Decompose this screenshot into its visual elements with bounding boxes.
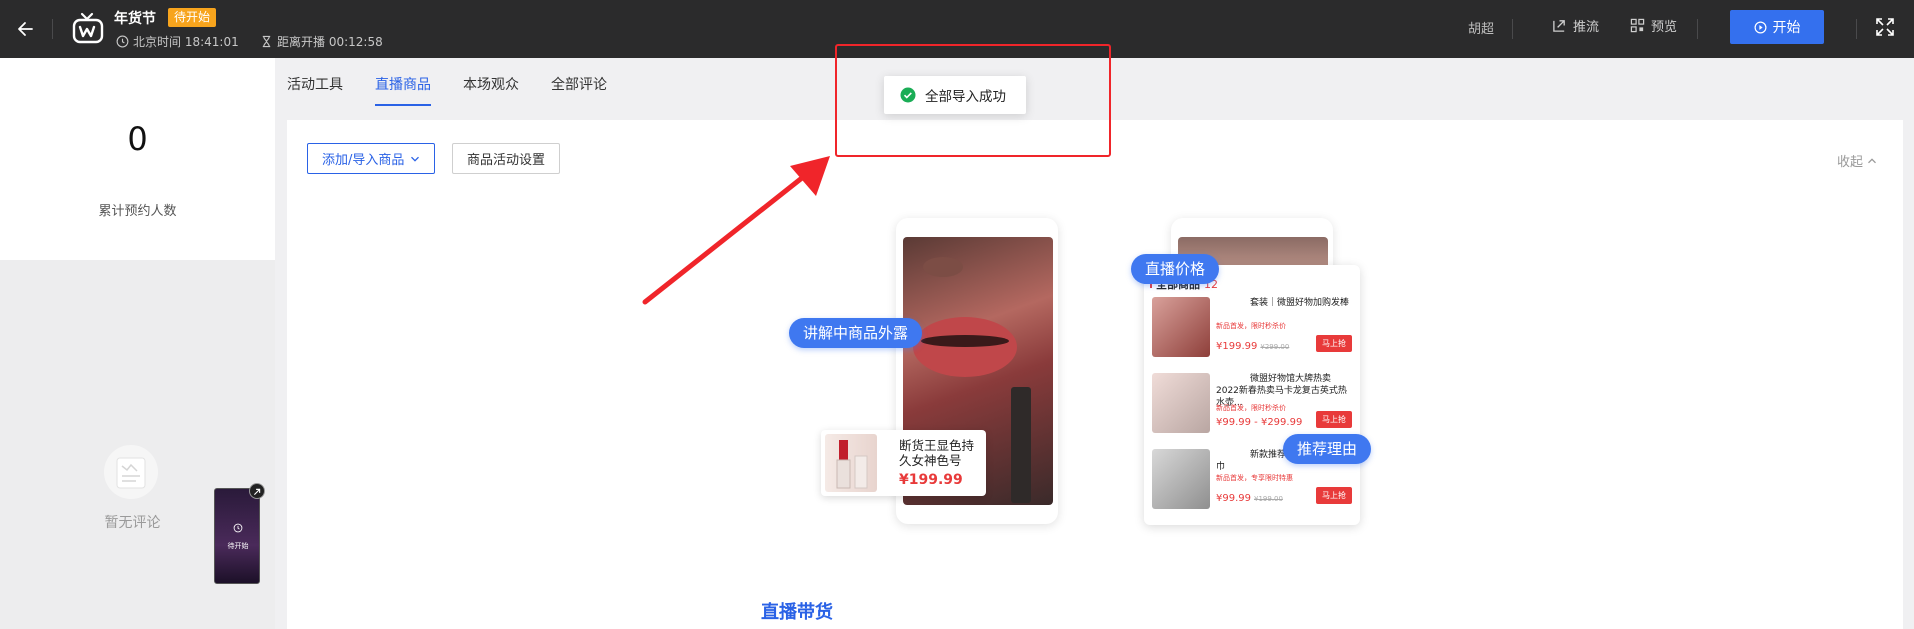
clock-icon — [116, 35, 129, 48]
product-title: 套装｜微盟好物加购发棒 — [1250, 298, 1350, 308]
divider — [1512, 19, 1513, 39]
products-content: 添加/导入商品 商品活动设置 收起 讲解中商品外露 断货王显色持久女神色号 ¥1… — [287, 120, 1903, 629]
chevron-down-icon — [411, 156, 420, 162]
collapse-label: 收起 — [1836, 155, 1863, 170]
buy-now-button: 马上抢 — [1316, 487, 1352, 504]
annotation-arrow-icon — [642, 156, 830, 305]
product-sub: 新品首发，限时秒杀价 — [1216, 404, 1286, 412]
tab-audience[interactable]: 本场观众 — [463, 74, 519, 106]
share-out-icon — [1553, 20, 1565, 32]
start-button[interactable]: 开始 — [1730, 10, 1824, 44]
qr-grid-icon — [1630, 18, 1645, 33]
product-sub: 新品首发，专享限时特惠 — [1216, 474, 1293, 482]
buy-now-button: 马上抢 — [1316, 411, 1352, 428]
product-image — [1152, 373, 1210, 433]
add-import-products-button[interactable]: 添加/导入商品 — [307, 143, 436, 174]
list-item: 套装｜微盟好物加购发棒 新品首发，限时秒杀价 ¥199.99 ¥299.00 马上… — [1152, 297, 1352, 363]
tab-activity-tools[interactable]: 活动工具 — [287, 74, 343, 106]
product-image — [1152, 297, 1210, 357]
preview-label: 预览 — [1651, 20, 1678, 35]
list-item: 微盟好物馆大牌热卖2022新春热卖马卡龙复古英式热水壶... 新品首发，限时秒杀… — [1152, 373, 1352, 439]
product-image — [1152, 449, 1210, 509]
divider — [1697, 19, 1698, 39]
activity-settings-button[interactable]: 商品活动设置 — [452, 143, 561, 174]
tab-live-products[interactable]: 直播商品 — [375, 74, 431, 106]
expand-icon — [1876, 18, 1894, 36]
reservation-label: 累计预约人数 — [98, 204, 177, 219]
annotation-highlight-box — [835, 44, 1111, 157]
bubble-price: 直播价格 — [1131, 254, 1220, 284]
shrink-icon — [253, 488, 261, 496]
chevron-up-icon — [1868, 157, 1876, 163]
product-price: ¥99.99 ¥199.00 — [1216, 493, 1283, 504]
app-logo — [70, 10, 106, 46]
empty-comment-icon — [103, 444, 159, 500]
featured-product-price: ¥199.99 — [899, 472, 963, 488]
featured-product-name: 断货王显色持久女神色号 — [899, 438, 975, 468]
mini-preview-close-button[interactable] — [249, 483, 265, 499]
beijing-time: 北京时间 18:41:01 — [116, 33, 239, 50]
play-circle-icon — [1754, 21, 1766, 33]
hourglass-icon — [262, 35, 271, 48]
tab-all-comments[interactable]: 全部评论 — [551, 74, 607, 106]
clock-icon — [233, 523, 243, 533]
reservation-count: 0 — [127, 120, 148, 158]
tv-logo-icon — [72, 12, 104, 44]
status-badge: 待开始 — [168, 8, 217, 27]
collapse-button[interactable]: 收起 — [1837, 151, 1877, 170]
divider — [52, 19, 53, 39]
product-price: ¥199.99 ¥299.00 — [1216, 341, 1290, 352]
reservation-stats: 0 累计预约人数 — [0, 58, 275, 260]
push-stream-button[interactable]: 推流 — [1552, 16, 1599, 35]
product-price: ¥99.99 - ¥299.99 — [1216, 417, 1303, 428]
bubble-reason: 推荐理由 — [1283, 434, 1372, 464]
beijing-time-text: 北京时间 18:41:01 — [133, 35, 239, 49]
push-stream-label: 推流 — [1573, 20, 1600, 35]
lipstick-image — [1011, 387, 1031, 503]
fullscreen-button[interactable] — [1874, 16, 1896, 38]
buy-now-button: 马上抢 — [1316, 335, 1352, 352]
arrow-left-icon — [18, 22, 33, 36]
preview-button[interactable]: 预览 — [1630, 16, 1677, 35]
mini-preview-label: 待开始 — [227, 542, 249, 550]
add-import-label: 添加/导入商品 — [322, 153, 405, 168]
event-title: 年货节 — [114, 11, 156, 27]
back-button[interactable] — [12, 15, 40, 43]
countdown: 距离开播 00:12:58 — [260, 33, 383, 50]
product-list-panel: 全部商品 12 套装｜微盟好物加购发棒 新品首发，限时秒杀价 ¥199.99 ¥29… — [1144, 265, 1360, 525]
divider — [1856, 19, 1857, 39]
mini-live-preview[interactable]: 待开始 — [214, 488, 260, 584]
start-label: 开始 — [1772, 20, 1801, 36]
countdown-text: 距离开播 00:12:58 — [277, 35, 383, 49]
section-title: 直播带货 — [761, 602, 833, 623]
main-tabs: 活动工具 直播商品 本场观众 全部评论 — [287, 74, 639, 106]
bubble-explain: 讲解中商品外露 — [789, 318, 923, 348]
featured-product-card: 断货王显色持久女神色号 ¥199.99 — [821, 430, 986, 496]
featured-product-image — [825, 434, 877, 492]
comment-panel: 暂无评论 待开始 — [0, 260, 275, 629]
user-name: 胡超 — [1468, 22, 1495, 37]
product-sub: 新品首发，限时秒杀价 — [1216, 322, 1286, 330]
